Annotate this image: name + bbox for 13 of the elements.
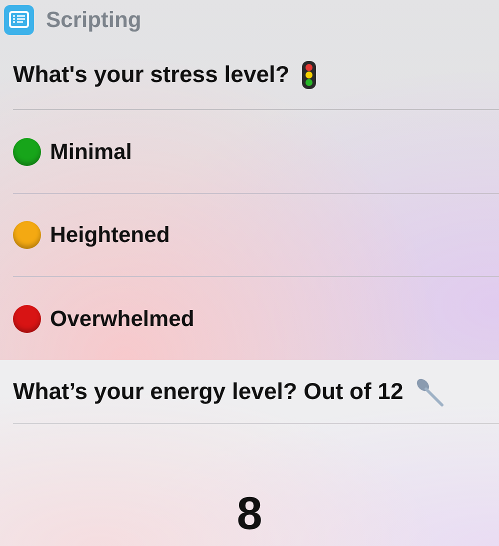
question-text: What’s your energy level? Out of 12 [13,378,404,405]
spoon-icon [415,376,446,406]
option-label: Overwhelmed [50,306,194,332]
option-row[interactable]: Minimal [13,110,499,194]
question-text: What's your stress level? [13,61,290,88]
option-row[interactable]: Overwhelmed [13,277,499,360]
option-row[interactable]: Heightened [13,194,499,278]
energy-value: 8 [236,486,262,540]
app-name: Scripting [46,6,142,33]
traffic-light-icon [301,60,318,90]
option-label: Minimal [50,138,132,165]
option-label: Heightened [50,222,170,248]
app-icon [4,4,34,35]
